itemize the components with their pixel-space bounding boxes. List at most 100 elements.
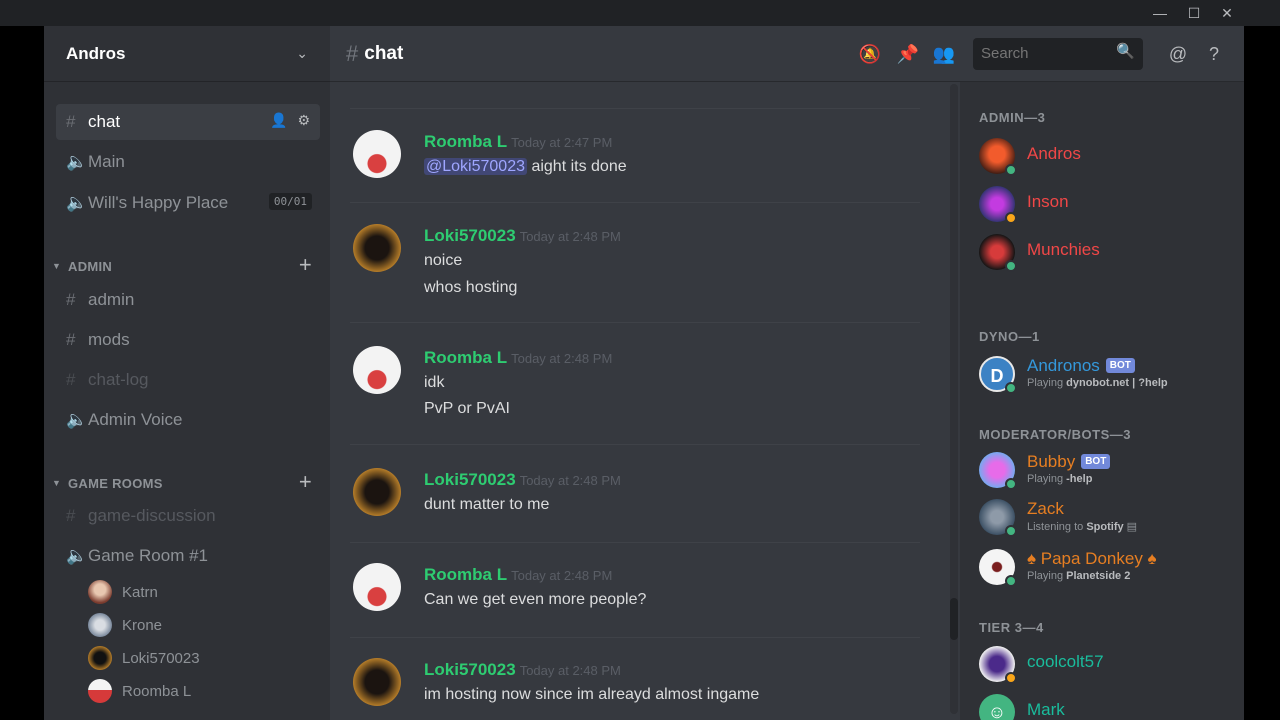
message-author[interactable]: Roomba L Today at 2:47 PM <box>424 132 612 152</box>
channel-game-room-1[interactable]: 🔈 Game Room #1 <box>56 538 320 574</box>
member-activity: Playing -help <box>1027 473 1093 485</box>
channel-label: Game Room #1 <box>88 546 208 565</box>
member-item[interactable]: Bubby BOT Playing -help <box>979 448 1229 492</box>
voice-user[interactable]: Roomba L <box>88 676 191 706</box>
speaker-icon: 🔈 <box>66 546 88 565</box>
member-item[interactable]: ☺ Mark <box>979 690 1229 720</box>
channel-label: Main <box>88 152 125 171</box>
hash-icon: # <box>66 112 76 131</box>
role-header-tier-3: TIER 3—4 <box>979 620 1044 635</box>
member-item[interactable]: Andros <box>979 134 1229 178</box>
role-header-moderator: MODERATOR/BOTS—3 <box>979 427 1131 442</box>
channel-label: admin <box>88 290 135 309</box>
member-name: Munchies <box>1027 240 1100 259</box>
voice-user[interactable]: Katrn <box>88 577 158 607</box>
channel-wills-happy-place[interactable]: 🔈 Will's Happy Place 00/01 <box>56 185 320 221</box>
minimize-button[interactable]: — <box>1148 3 1172 23</box>
mentions-icon[interactable]: @ <box>1166 42 1190 66</box>
message-divider <box>350 202 920 203</box>
caret-down-icon: ▼ <box>52 261 62 271</box>
message-author[interactable]: Loki570023 Today at 2:48 PM <box>424 660 621 680</box>
member-list: ADMIN—3 Andros Inson Munchies DYNO—1 D A… <box>960 82 1244 720</box>
message-author[interactable]: Loki570023 Today at 2:48 PM <box>424 226 621 246</box>
rich-presence-icon[interactable]: ▤ <box>1127 521 1137 533</box>
voice-user-name: Roomba L <box>122 682 192 700</box>
member-item[interactable]: Zack Listening to Spotify ▤ <box>979 495 1229 539</box>
member-name: Andros <box>1027 144 1081 163</box>
member-name: Inson <box>1027 192 1069 211</box>
server-name: Andros <box>66 43 126 63</box>
voice-user[interactable]: Krone <box>88 610 162 640</box>
channel-main[interactable]: 🔈 Main <box>56 144 320 180</box>
message-timestamp: Today at 2:48 PM <box>511 568 613 583</box>
add-channel-icon[interactable]: + <box>299 469 312 495</box>
message-divider <box>350 108 920 109</box>
gear-icon[interactable]: ⚙ <box>297 112 310 129</box>
server-header[interactable]: Andros ⌄ <box>44 26 330 82</box>
avatar[interactable] <box>353 658 401 706</box>
avatar[interactable] <box>353 468 401 516</box>
help-icon[interactable]: ? <box>1202 42 1226 66</box>
invite-icon[interactable]: 👤 <box>270 112 287 129</box>
member-activity: Listening to Spotify ▤ <box>1027 521 1138 533</box>
idle-status-icon <box>1005 212 1017 224</box>
channel-label: game-discussion <box>88 506 216 525</box>
member-activity: Playing dynobot.net | ?help <box>1027 377 1168 389</box>
message-timestamp: Today at 2:48 PM <box>519 473 621 488</box>
member-name: coolcolt57 <box>1027 652 1104 671</box>
member-name: Mark <box>1027 700 1065 719</box>
user-mention[interactable]: @Loki570023 <box>424 158 527 175</box>
avatar <box>88 613 112 637</box>
channel-chat-log[interactable]: # chat-log <box>56 362 320 398</box>
voice-user-name: Krone <box>122 616 163 634</box>
mute-bell-icon[interactable]: 🔕 <box>858 42 882 66</box>
hash-icon: # <box>66 370 76 389</box>
member-name: Andronos BOT <box>1027 356 1135 376</box>
message-author[interactable]: Roomba L Today at 2:48 PM <box>424 565 612 585</box>
search-icon[interactable]: 🔍 <box>1116 42 1135 60</box>
category-game-rooms[interactable]: ▼ GAME ROOMS + <box>52 469 312 494</box>
member-item[interactable]: ♠ Papa Donkey ♠ Playing Planetside 2 <box>979 545 1229 589</box>
online-status-icon <box>1005 260 1017 272</box>
category-label: ADMIN <box>68 258 113 274</box>
close-window-button[interactable]: ✕ <box>1215 3 1239 23</box>
member-name: Bubby BOT <box>1027 452 1111 472</box>
message-timestamp: Today at 2:48 PM <box>519 229 621 244</box>
chevron-down-icon[interactable]: ⌄ <box>296 45 308 62</box>
channel-admin-voice[interactable]: 🔈 Admin Voice <box>56 402 320 438</box>
avatar[interactable] <box>353 563 401 611</box>
bot-tag: BOT <box>1081 454 1111 469</box>
hash-icon: # <box>346 40 359 66</box>
category-admin[interactable]: ▼ ADMIN + <box>52 252 312 277</box>
message-divider <box>350 322 920 323</box>
maximize-button[interactable]: ☐ <box>1182 3 1206 23</box>
online-status-icon <box>1005 525 1017 537</box>
scrollbar-thumb[interactable] <box>950 598 958 640</box>
online-status-icon <box>1005 575 1017 587</box>
chat-area: Roomba L Today at 2:47 PM @Loki570023 aig… <box>330 26 960 720</box>
bot-tag: BOT <box>1105 358 1135 373</box>
avatar[interactable] <box>353 130 401 178</box>
avatar[interactable] <box>353 224 401 272</box>
add-channel-icon[interactable]: + <box>299 252 312 278</box>
member-item[interactable]: D Andronos BOT Playing dynobot.net | ?hel… <box>979 352 1229 396</box>
message-author[interactable]: Roomba L Today at 2:48 PM <box>424 348 612 368</box>
avatar[interactable] <box>353 346 401 394</box>
voice-user[interactable]: Loki570023 <box>88 643 200 673</box>
pin-icon[interactable]: 📌 <box>896 42 920 66</box>
member-item[interactable]: Munchies <box>979 230 1229 274</box>
message-text: @Loki570023 aight its done <box>424 158 627 175</box>
member-item[interactable]: coolcolt57 <box>979 642 1229 686</box>
channel-mods[interactable]: # mods <box>56 322 320 358</box>
channel-admin[interactable]: # admin <box>56 282 320 318</box>
member-list-icon[interactable]: 👥 <box>932 42 956 66</box>
channel-chat[interactable]: # chat 👤 ⚙ <box>56 104 320 140</box>
channel-title: # chat <box>346 41 403 67</box>
user-limit-badge: 00/01 <box>268 193 312 210</box>
message-timestamp: Today at 2:47 PM <box>511 135 613 150</box>
channel-label: Will's Happy Place <box>88 193 229 212</box>
member-item[interactable]: Inson <box>979 182 1229 226</box>
channel-game-discussion[interactable]: # game-discussion <box>56 498 320 534</box>
message-author[interactable]: Loki570023 Today at 2:48 PM <box>424 470 621 490</box>
chat-header: # chat 🔕 📌 👥 🔍 @ ? <box>330 26 1244 82</box>
